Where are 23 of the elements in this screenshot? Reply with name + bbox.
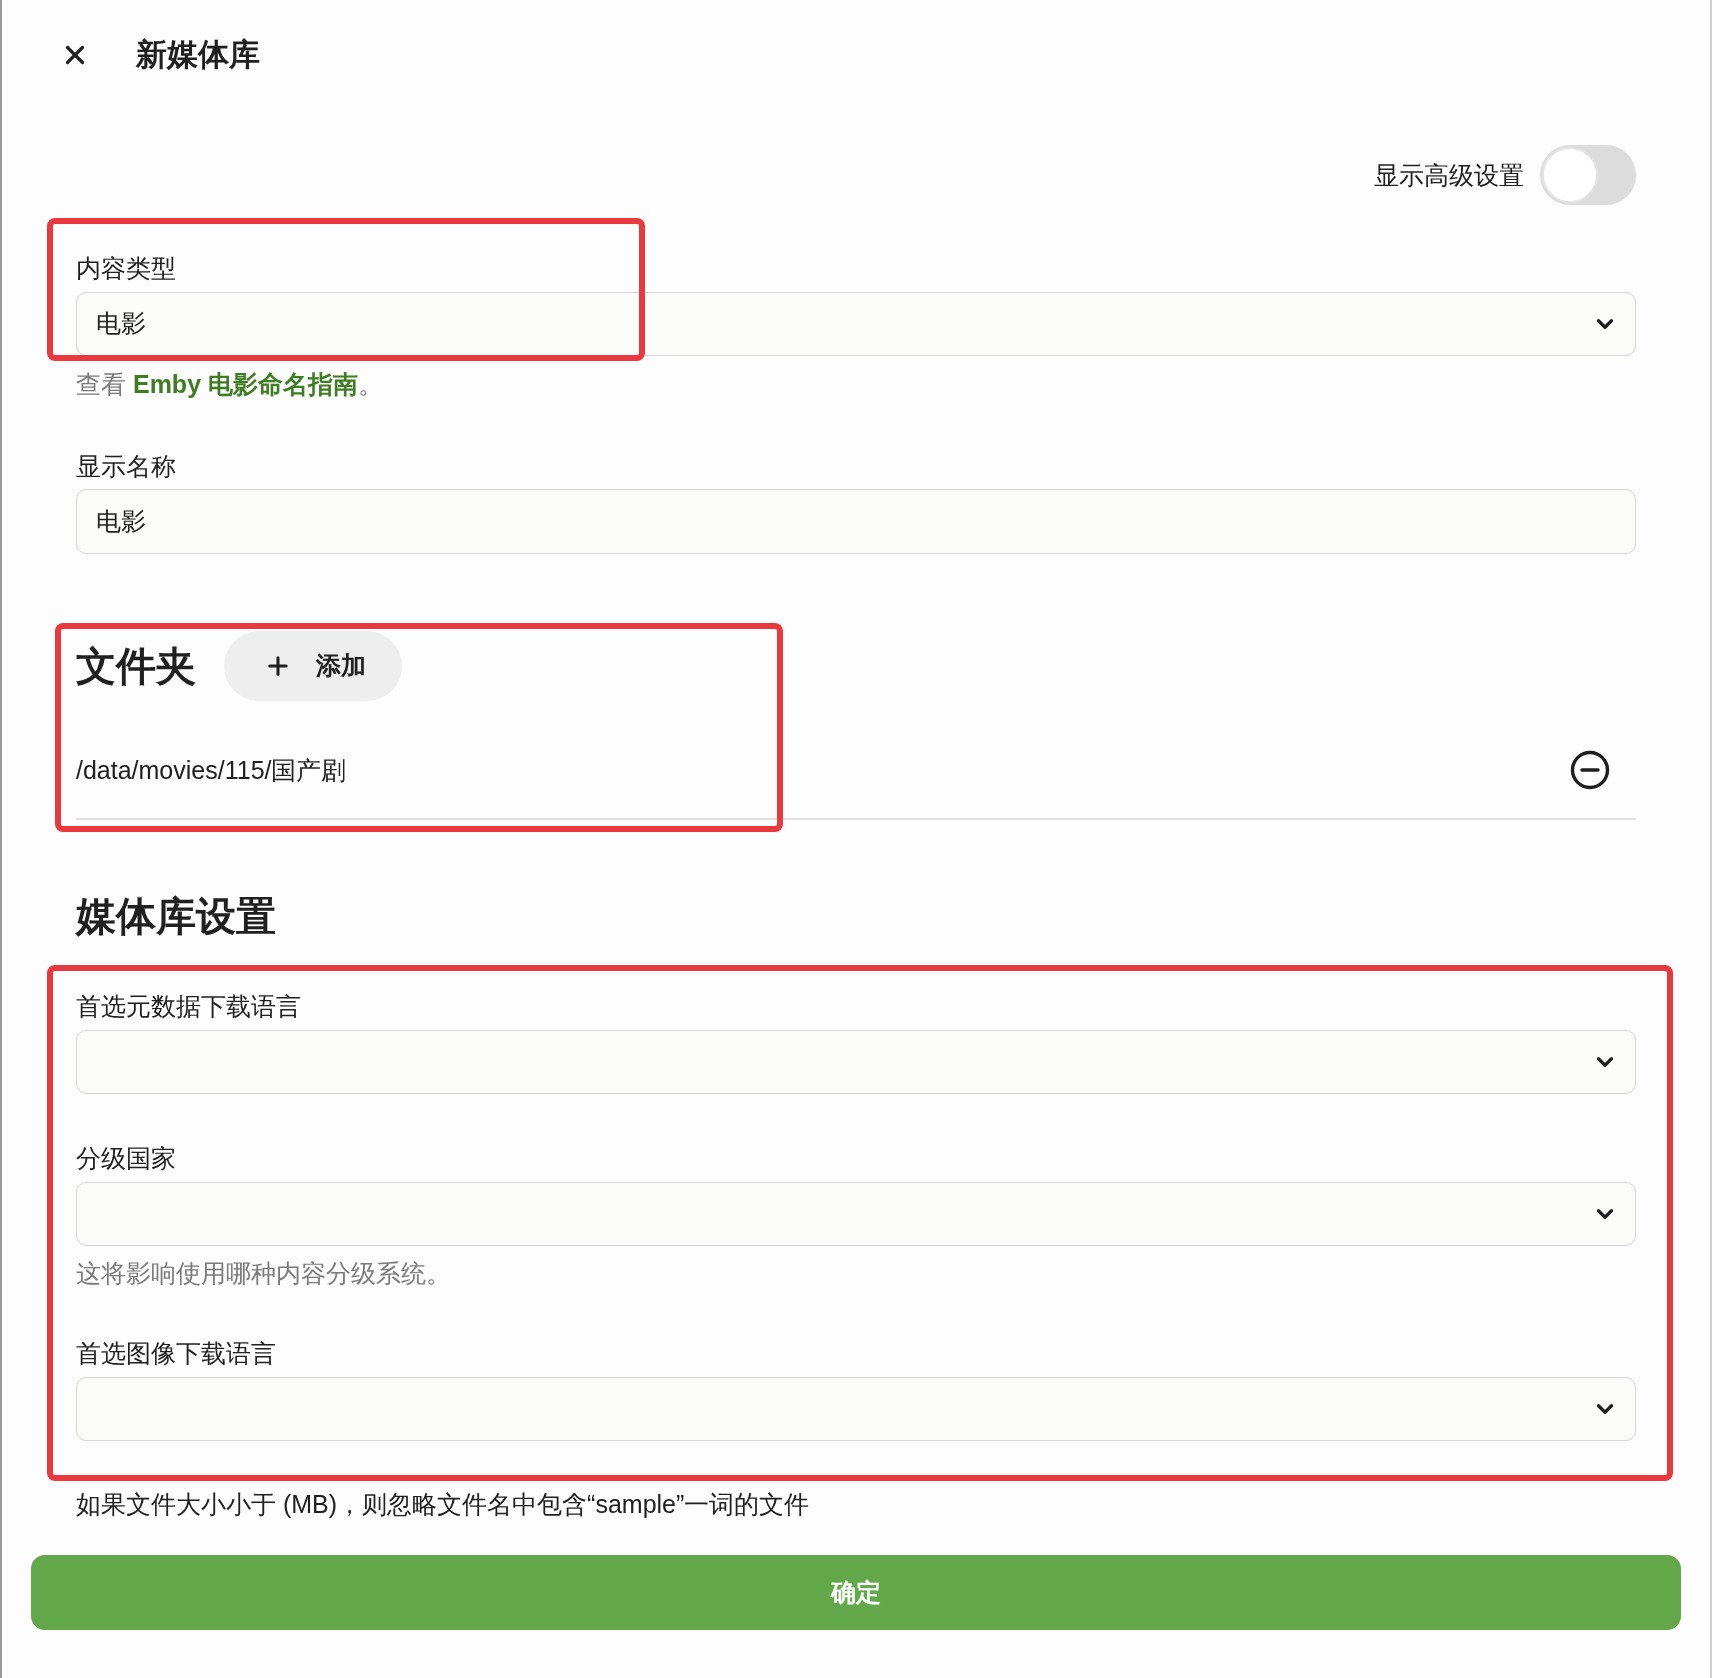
content-type-select[interactable]: 电影 bbox=[76, 292, 1636, 356]
naming-guide-hint: 查看 Emby 电影命名指南。 bbox=[76, 369, 384, 400]
setting-label: 首选元数据下载语言 bbox=[76, 991, 302, 1022]
setting-select[interactable] bbox=[76, 1377, 1636, 1441]
add-folder-button[interactable]: 添加 bbox=[224, 631, 402, 701]
folder-path: /data/movies/115/国产剧 bbox=[76, 755, 347, 786]
dialog-title: 新媒体库 bbox=[136, 36, 260, 74]
setting-label: 分级国家 bbox=[76, 1143, 177, 1174]
setting-hint: 这将影响使用哪种内容分级系统。 bbox=[76, 1258, 452, 1289]
advanced-settings-label: 显示高级设置 bbox=[1374, 160, 1524, 191]
minus-circle-icon bbox=[1570, 750, 1610, 790]
display-name-input[interactable]: 电影 bbox=[76, 489, 1636, 554]
setting-select[interactable] bbox=[76, 1030, 1636, 1094]
setting-label: 首选图像下载语言 bbox=[76, 1338, 277, 1369]
folders-heading: 文件夹 bbox=[76, 643, 196, 690]
advanced-settings-toggle[interactable] bbox=[1540, 145, 1636, 205]
setting-select[interactable] bbox=[76, 1182, 1636, 1246]
sample-size-note: 如果文件大小小于 (MB)，则忽略文件名中包含“sample”一词的文件 bbox=[76, 1489, 811, 1520]
naming-guide-link[interactable]: Emby 电影命名指南 bbox=[132, 370, 358, 398]
remove-folder-button[interactable] bbox=[1570, 750, 1610, 790]
content-type-label: 内容类型 bbox=[76, 253, 177, 284]
library-settings-heading: 媒体库设置 bbox=[76, 893, 277, 940]
display-name-label: 显示名称 bbox=[76, 451, 177, 482]
